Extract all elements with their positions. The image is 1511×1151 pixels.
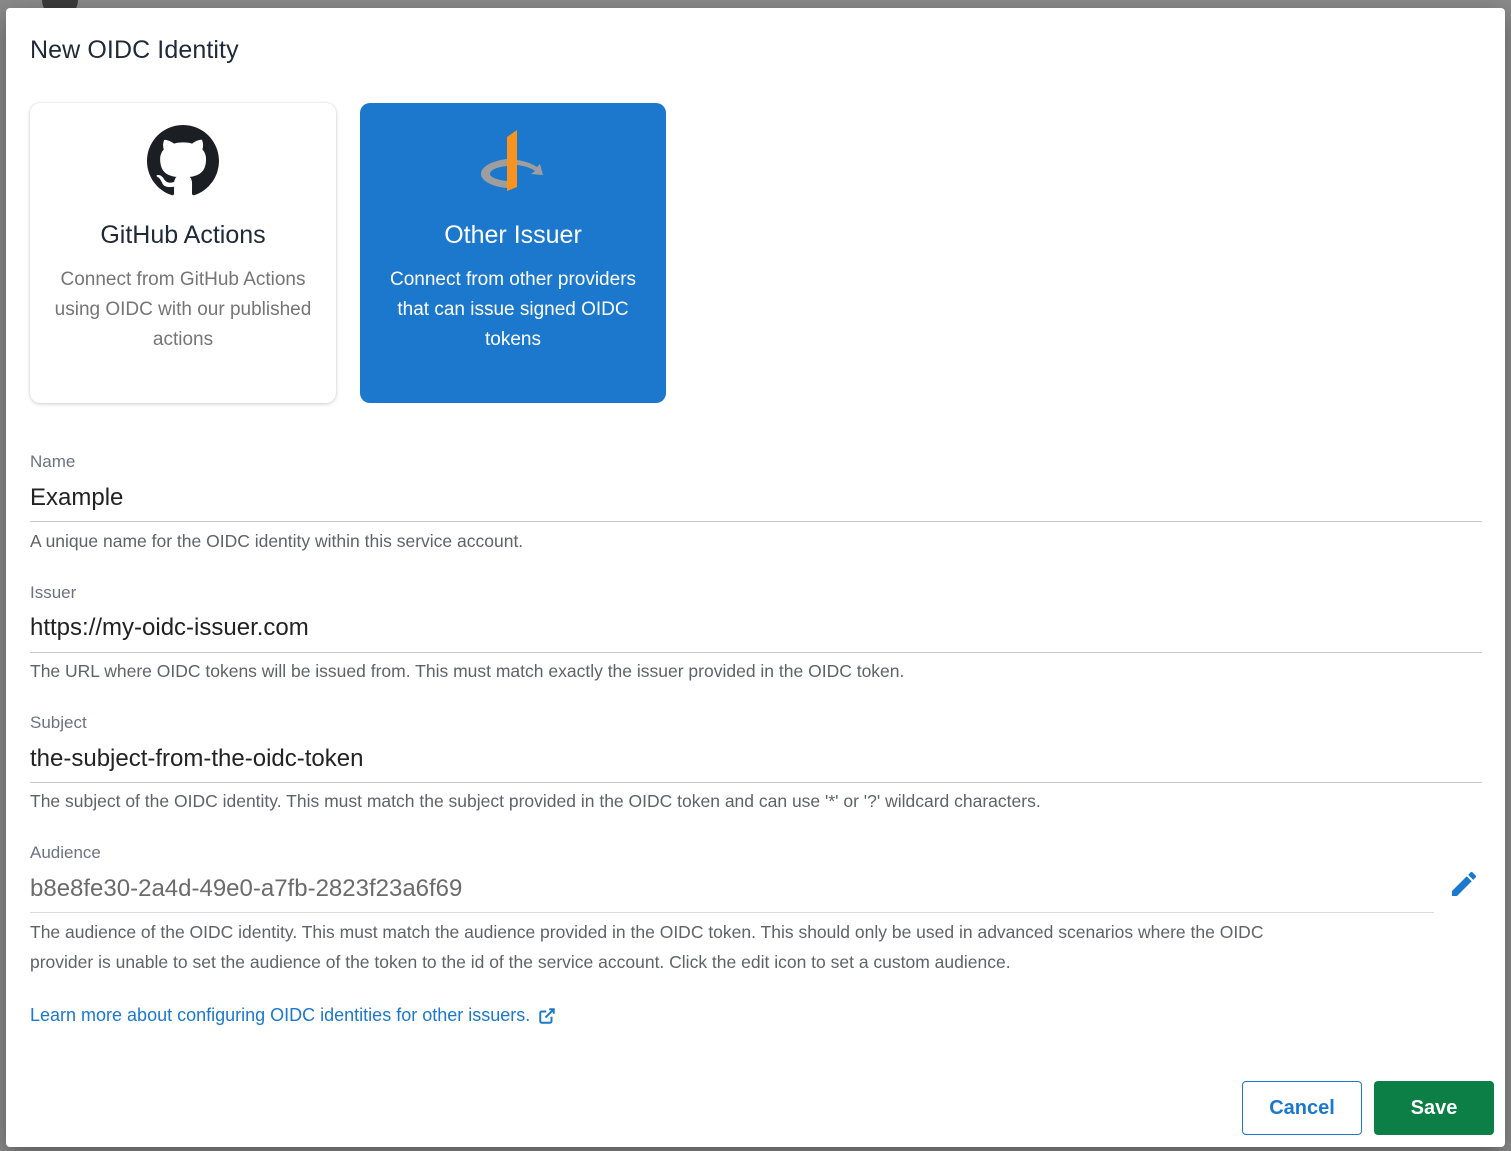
- audience-underline: [30, 912, 1434, 913]
- subject-input[interactable]: [30, 745, 1430, 773]
- name-underline: [30, 521, 1482, 522]
- github-icon: [147, 125, 219, 196]
- cancel-button[interactable]: Cancel: [1242, 1081, 1362, 1135]
- name-input[interactable]: [30, 484, 1430, 512]
- subject-underline: [30, 782, 1482, 783]
- subject-field: Subject: [30, 713, 1482, 785]
- name-label: Name: [30, 452, 76, 471]
- issuer-label: Issuer: [30, 583, 77, 602]
- external-link-icon: [539, 1007, 555, 1024]
- learn-more-link[interactable]: Learn more about configuring OIDC identi…: [30, 1005, 556, 1026]
- github-actions-title: GitHub Actions: [100, 221, 266, 249]
- other-issuer-description: Connect from other providers that can is…: [389, 269, 637, 350]
- name-field: Name: [30, 452, 1482, 524]
- audience-helper-line-2: provider is unable to set the audience o…: [30, 952, 1011, 972]
- issuer-input[interactable]: [30, 614, 1430, 642]
- subject-helper-text: The subject of the OIDC identity. This m…: [30, 791, 1041, 811]
- github-actions-description: Connect from GitHub Actions using OIDC w…: [54, 269, 312, 350]
- dialog-title: New OIDC Identity: [30, 36, 239, 64]
- openid-icon: [481, 130, 543, 191]
- audience-helper-line-1: The audience of the OIDC identity. This …: [30, 922, 1264, 942]
- learn-more-text: Learn more about configuring OIDC identi…: [30, 1005, 531, 1025]
- save-button[interactable]: Save: [1374, 1081, 1494, 1135]
- github-actions-card[interactable]: GitHub Actions Connect from GitHub Actio…: [30, 103, 336, 403]
- issuer-underline: [30, 652, 1482, 653]
- subject-label: Subject: [30, 713, 87, 732]
- issuer-field: Issuer: [30, 583, 1482, 655]
- audience-input[interactable]: [30, 875, 1410, 903]
- audience-helper-text: The audience of the OIDC identity. This …: [30, 917, 1263, 977]
- issuer-helper-text: The URL where OIDC tokens will be issued…: [30, 661, 905, 681]
- new-oidc-identity-dialog: New OIDC Identity GitHub Actions Connect…: [6, 8, 1505, 1147]
- other-issuer-card[interactable]: Other Issuer Connect from other provider…: [360, 103, 666, 403]
- audience-field: Audience: [30, 843, 1434, 915]
- edit-audience-pencil-icon[interactable]: [1448, 868, 1480, 900]
- other-issuer-title: Other Issuer: [444, 221, 582, 249]
- audience-label: Audience: [30, 843, 101, 862]
- name-helper-text: A unique name for the OIDC identity with…: [30, 531, 524, 551]
